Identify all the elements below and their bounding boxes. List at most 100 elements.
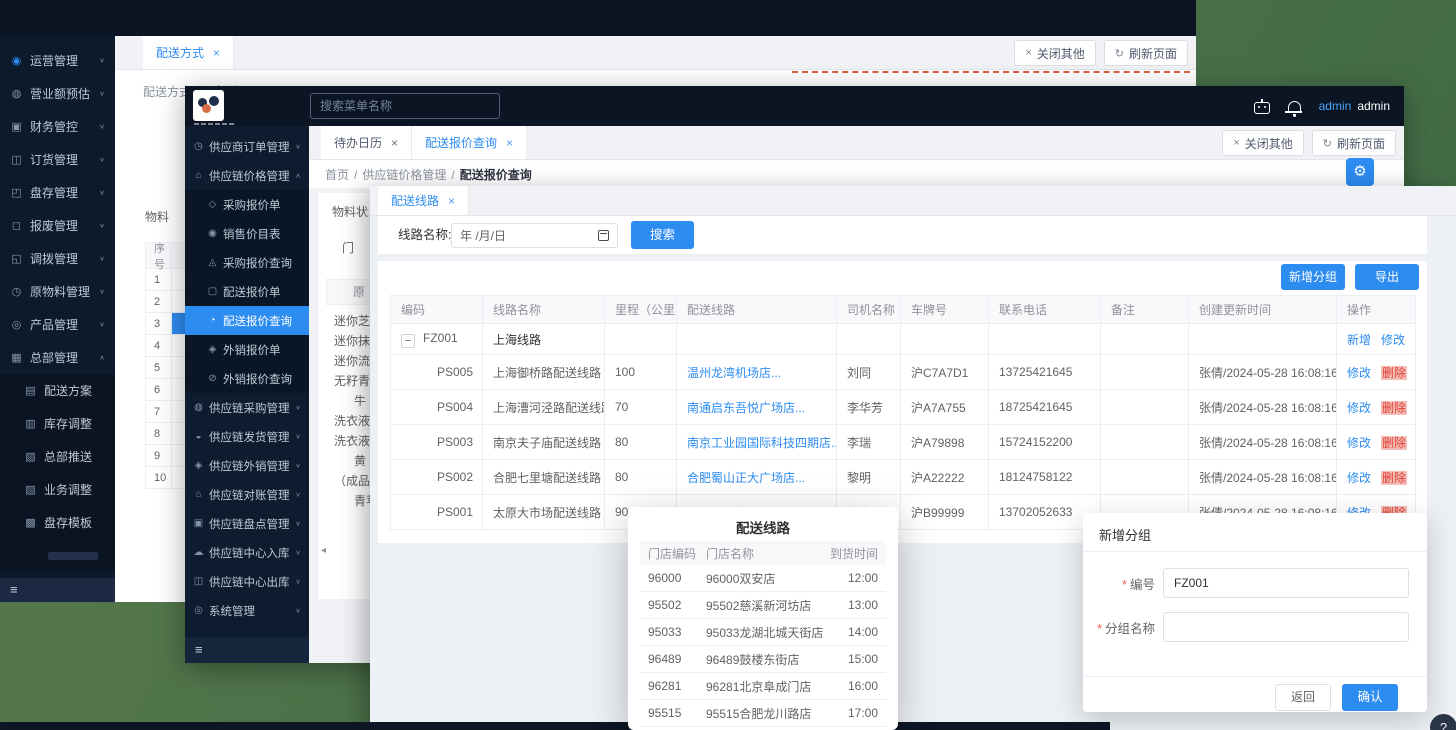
tab-delivery-quote-query[interactable]: 配送报价查询×: [412, 126, 527, 159]
scrap-icon: ◻: [10, 219, 23, 232]
back-button[interactable]: 返回: [1275, 684, 1331, 711]
sidebar-item-business-adjust[interactable]: ▨业务调整: [0, 473, 115, 506]
edit-link[interactable]: 修改: [1347, 436, 1371, 450]
sidebar-item-ordering[interactable]: ◫订货管理∨: [0, 143, 115, 176]
sidebar-item-product[interactable]: ◎产品管理∨: [0, 308, 115, 341]
sidebar-item-partial[interactable]: [0, 539, 115, 572]
sc-export-icon: ◈: [193, 460, 204, 471]
export-button[interactable]: 导出: [1355, 264, 1419, 290]
collapse-sidebar-icon[interactable]: ≡: [10, 582, 18, 597]
help-button[interactable]: ?: [1430, 714, 1456, 730]
edit-link[interactable]: 修改: [1347, 366, 1371, 380]
sidebar-item-sc-outbound[interactable]: ◫供应链中心出库∨: [185, 567, 309, 596]
refresh-page-button[interactable]: ↻刷新页面: [1104, 40, 1188, 66]
sidebar-item-sc-export[interactable]: ◈供应链外销管理∨: [185, 451, 309, 480]
back-tabstrip: 配送方式× ×关闭其他 ↻刷新页面: [115, 36, 1196, 70]
refresh-page-button[interactable]: ↻刷新页面: [1312, 130, 1396, 156]
date-input[interactable]: 年 /月/日: [451, 223, 618, 248]
sidebar-item-stocktake[interactable]: ◰盘存管理∨: [0, 176, 115, 209]
confirm-button[interactable]: 确认: [1342, 684, 1398, 711]
group-name-field[interactable]: [1163, 612, 1409, 642]
add-group-button[interactable]: 新增分组: [1281, 264, 1345, 290]
raw-material-icon: ◷: [10, 285, 23, 298]
sidebar-item-sc-shipping[interactable]: ◒供应链发货管理∨: [185, 422, 309, 451]
sidebar-item-export-quote[interactable]: ◈外销报价单: [185, 335, 309, 364]
sidebar-item-sales-pricelist[interactable]: ◉销售价目表: [185, 219, 309, 248]
topbar-icons: adminadmin: [1254, 86, 1390, 126]
table-row[interactable]: 9550295502慈溪新河坊店13:00: [640, 592, 886, 619]
sidebar-item-price-mgmt[interactable]: ⌂供应链价格管理∧: [185, 161, 309, 190]
edit-link[interactable]: 修改: [1347, 401, 1371, 415]
table-row[interactable]: 9648996489鼓楼东街店15:00: [640, 646, 886, 673]
sidebar-item-headquarters[interactable]: ▦总部管理∧: [0, 341, 115, 374]
close-others-button[interactable]: ×关闭其他: [1014, 40, 1095, 66]
delete-link[interactable]: 删除: [1381, 366, 1407, 380]
sidebar-item-revenue-forecast[interactable]: ◍营业额预估∨: [0, 77, 115, 110]
chevron-down-icon: ∨: [99, 255, 105, 262]
table-group-row: −FZ001 上海线路 新增修改删除: [391, 324, 1416, 355]
sidebar-item-sc-reconcile[interactable]: ⌂供应链对账管理∨: [185, 480, 309, 509]
breadcrumb: 首页/供应链价格管理/配送报价查询: [325, 166, 532, 183]
notification-bell-icon[interactable]: [1288, 101, 1301, 113]
route-detail-link[interactable]: 南京工业园国际科技四期店...: [687, 436, 837, 450]
assistant-icon[interactable]: [1254, 102, 1270, 114]
scroll-left-icon[interactable]: ◂: [321, 545, 326, 556]
app-logo: [193, 90, 224, 121]
calendar-icon[interactable]: [598, 230, 609, 241]
tab-delivery-method[interactable]: 配送方式×: [143, 36, 234, 69]
menu-search-input[interactable]: [310, 93, 500, 119]
code-field-row: *编号: [1091, 568, 1409, 598]
sidebar-item-delivery-quote-query[interactable]: ◔配送报价查询: [185, 306, 309, 335]
sidebar-item-scrap[interactable]: ◻报废管理∨: [0, 209, 115, 242]
chevron-down-icon: ∨: [295, 404, 301, 411]
sidebar-item-inventory-adjust[interactable]: ▥库存调整: [0, 407, 115, 440]
code-field[interactable]: [1163, 568, 1409, 598]
sidebar-item-delivery-quote[interactable]: ▢配送报价单: [185, 277, 309, 306]
sidebar-item-delivery-plan[interactable]: ▤配送方案: [0, 374, 115, 407]
chevron-down-icon: ∨: [99, 189, 105, 196]
table-row[interactable]: 9503395033龙湖北城天街店14:00: [640, 619, 886, 646]
tab-delivery-routes[interactable]: 配送线路×: [378, 186, 469, 215]
sidebar-item-supplier-orders[interactable]: ◷供应商订单管理∨: [185, 132, 309, 161]
delete-link[interactable]: 删除: [1381, 436, 1407, 450]
sidebar-item-operations[interactable]: ◉运营管理∨: [0, 44, 115, 77]
sidebar-item-purchase-quote-query[interactable]: ◬采购报价查询: [185, 248, 309, 277]
sidebar-item-sc-purchase[interactable]: ◍供应链采购管理∨: [185, 393, 309, 422]
hq-push-icon: ▧: [24, 450, 37, 463]
route-detail-link[interactable]: 温州龙湾机场店...: [687, 366, 781, 380]
delete-link[interactable]: 删除: [1381, 471, 1407, 485]
sidebar-item-sc-inbound[interactable]: ☁供应链中心入库∨: [185, 538, 309, 567]
add-link[interactable]: 新增: [1347, 333, 1371, 347]
partial-label: [48, 552, 98, 560]
table-row[interactable]: 9628196281北京阜成门店16:00: [640, 673, 886, 700]
tab-todo-calendar[interactable]: 待办日历×: [321, 126, 412, 159]
close-tab-icon[interactable]: ×: [213, 46, 220, 60]
collapse-sidebar-icon[interactable]: ≡: [195, 642, 203, 657]
route-detail-link[interactable]: 南通启东吾悦广场店...: [687, 401, 805, 415]
close-tab-icon[interactable]: ×: [448, 194, 455, 208]
sidebar-item-sc-stocktake[interactable]: ▣供应链盘点管理∨: [185, 509, 309, 538]
close-tab-icon[interactable]: ×: [391, 136, 398, 150]
route-detail-popup: 配送线路 门店编码门店名称到货时间 9600096000双安店12:00 955…: [628, 507, 898, 730]
sidebar-item-purchase-quote[interactable]: ◇采购报价单: [185, 190, 309, 219]
table-row[interactable]: 9551595515合肥龙川路店17:00: [640, 700, 886, 727]
collapse-group-icon[interactable]: −: [401, 334, 415, 348]
sidebar-item-export-quote-query[interactable]: ⊘外销报价查询: [185, 364, 309, 393]
chevron-up-icon: ∧: [295, 172, 301, 179]
route-detail-link[interactable]: 合肥蜀山正大广场店...: [687, 471, 805, 485]
edit-link[interactable]: 修改: [1347, 471, 1371, 485]
table-row[interactable]: 9600096000双安店12:00: [640, 565, 886, 592]
close-tab-icon[interactable]: ×: [506, 136, 513, 150]
delete-link[interactable]: 删除: [1381, 401, 1407, 415]
sidebar-item-raw-material[interactable]: ◷原物料管理∨: [0, 275, 115, 308]
search-button[interactable]: 搜索: [631, 221, 694, 249]
sidebar-item-allocation[interactable]: ◱调拨管理∨: [0, 242, 115, 275]
sidebar-item-system-mgmt[interactable]: ◎系统管理∨: [185, 596, 309, 625]
edit-link[interactable]: 修改: [1381, 333, 1405, 347]
sidebar-item-stock-template[interactable]: ▩盘存模板: [0, 506, 115, 539]
settings-gear-button[interactable]: ⚙: [1346, 158, 1374, 186]
sidebar-item-finance-control[interactable]: ▣财务管控∨: [0, 110, 115, 143]
user-account[interactable]: adminadmin: [1319, 99, 1390, 113]
sidebar-item-hq-push[interactable]: ▧总部推送: [0, 440, 115, 473]
close-others-button[interactable]: ×关闭其他: [1222, 130, 1303, 156]
